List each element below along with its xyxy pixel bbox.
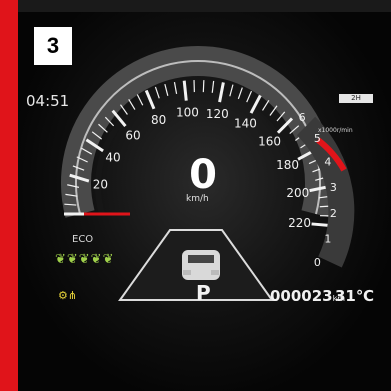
parking-light-icon: ⚙⋔ <box>58 289 78 302</box>
eco-label: ECO <box>72 234 94 245</box>
tachometer-unit: x1000r/min <box>318 127 353 134</box>
photo-frame: 20 40 60 80 100 120 140 160 180 200 220 0123456 x1… <box>0 0 391 391</box>
vehicle-light-left <box>183 270 191 275</box>
clock-display: 04:51 <box>26 92 70 110</box>
speedometer-major-tick <box>182 80 188 101</box>
tachometer-label: 1 <box>324 232 331 245</box>
speed-readout: 0 <box>189 152 217 198</box>
speedometer-label: 220 <box>288 216 311 230</box>
speedometer-label: 200 <box>286 186 309 200</box>
eco-leaf-icons: ❦❦❦❦❦ <box>55 252 115 267</box>
speedometer-minor-tick <box>269 105 278 116</box>
speedometer-label: 40 <box>105 151 120 165</box>
speedometer-label: 120 <box>206 107 229 121</box>
drive-mode-indicator: 2H <box>339 94 373 103</box>
outside-temperature: 31℃ <box>335 287 375 305</box>
speedometer-label: 80 <box>151 113 166 127</box>
speedometer-minor-tick <box>211 80 215 93</box>
vehicle-light-right <box>211 270 219 275</box>
tachometer-label: 4 <box>324 156 331 169</box>
odometer: 000023km <box>270 287 345 305</box>
speedometer-label: 20 <box>93 177 108 191</box>
tachometer-label: 6 <box>299 111 306 124</box>
odometer-value: 000023 <box>270 287 333 305</box>
tachometer-label: 3 <box>330 181 337 194</box>
vehicle-windshield <box>188 255 214 263</box>
tachometer-label: 0 <box>314 256 321 269</box>
tachometer-label: 2 <box>330 207 337 220</box>
gear-position: P <box>196 281 211 305</box>
speedometer-label: 160 <box>258 134 281 148</box>
vehicle-graphic <box>182 250 220 280</box>
speedometer-label: 140 <box>234 117 257 131</box>
speedometer-label: 180 <box>276 158 299 172</box>
step-number-badge: 3 <box>34 27 72 65</box>
speedometer-minor-tick <box>202 80 205 93</box>
speedometer-minor-tick <box>119 104 128 115</box>
speed-unit: km/h <box>186 194 209 204</box>
speedometer-label: 60 <box>125 128 140 142</box>
speedometer-label: 100 <box>176 106 199 120</box>
speedometer-major-tick <box>218 82 225 103</box>
